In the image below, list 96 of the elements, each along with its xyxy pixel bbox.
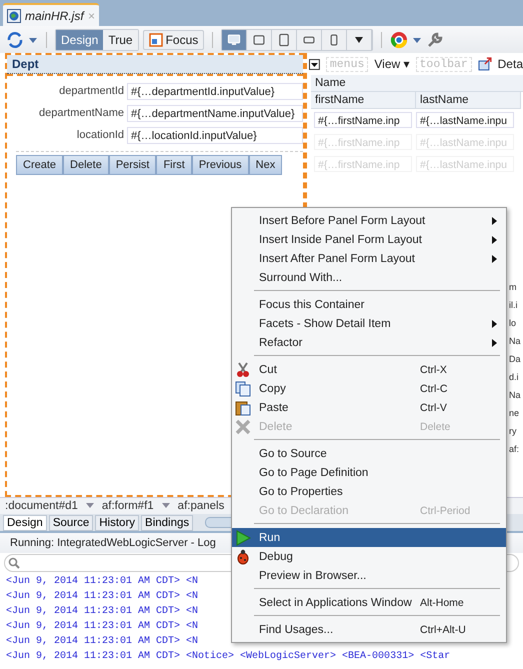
- log-line: <Jun 9, 2014 11:23:01 AM CDT> <N: [6, 575, 198, 589]
- device-button[interactable]: [297, 30, 322, 50]
- menu-item[interactable]: Insert Before Panel Form Layout: [232, 211, 506, 230]
- menu-item[interactable]: Facets - Show Detail Item: [232, 314, 506, 333]
- menu-item[interactable]: Select in Applications Window Alt-Home: [232, 593, 506, 612]
- clipboard-icon: [235, 400, 251, 416]
- log-line: <Jun 9, 2014 11:23:01 AM CDT> <N: [6, 635, 198, 649]
- form-button[interactable]: Delete: [63, 155, 109, 175]
- panel-header: Dept: [7, 55, 303, 74]
- menu-item[interactable]: Insert After Panel Form Layout: [232, 249, 506, 268]
- partial-text: Na: [509, 390, 522, 400]
- more-button[interactable]: [347, 30, 372, 50]
- menu-item[interactable]: Paste Ctrl-V: [232, 398, 506, 417]
- mode-button[interactable]: True: [103, 30, 138, 50]
- submenu-arrow-icon: [490, 236, 498, 244]
- input-field[interactable]: #{…departmentName.inputValue}: [127, 104, 303, 122]
- partial-text: ry: [509, 426, 518, 436]
- form-button[interactable]: Previous: [192, 155, 249, 175]
- caret-icon: [86, 503, 94, 509]
- partial-text: il.i: [509, 300, 518, 310]
- log-line: <Jun 9, 2014 11:23:01 AM CDT> <N: [6, 590, 198, 604]
- tab-title: mainHR.jsf: [25, 8, 84, 22]
- breadcrumb[interactable]: af:panels: [178, 500, 224, 512]
- breadcrumb[interactable]: :document#d1: [5, 500, 78, 512]
- menu-item[interactable]: Run: [232, 528, 506, 547]
- wrench-icon[interactable]: [426, 30, 444, 48]
- editor-view-tab[interactable]: History: [95, 515, 140, 531]
- menu-item[interactable]: Insert Inside Panel Form Layout: [232, 230, 506, 249]
- breadcrumb[interactable]: af:form#f1: [102, 500, 154, 512]
- submenu-arrow-icon: [490, 320, 498, 328]
- partial-text: lo: [509, 318, 518, 328]
- table-cell: #{…lastName.inpu: [416, 112, 514, 128]
- dropdown-caret-icon[interactable]: [28, 36, 38, 44]
- facet-field: menus: [326, 56, 368, 72]
- cross-icon: [235, 418, 251, 434]
- editor-tab[interactable]: mainHR.jsf ×: [3, 3, 99, 26]
- log-line: <Jun 9, 2014 11:23:01 AM CDT> <N: [6, 605, 198, 619]
- editor-view-tab[interactable]: Bindings: [141, 515, 194, 531]
- frame-icon: [148, 32, 163, 46]
- field-label: departmentId: [59, 85, 124, 97]
- view-menu[interactable]: View ▾: [374, 57, 410, 71]
- copy-icon: [235, 380, 251, 396]
- partial-text: Da: [509, 354, 522, 364]
- partial-text: m: [509, 282, 518, 292]
- form-button[interactable]: Nex: [248, 155, 282, 175]
- column-header: firstName: [311, 92, 416, 109]
- menu-item[interactable]: Go to Properties: [232, 482, 506, 501]
- submenu-arrow-icon: [490, 216, 498, 224]
- menu-item[interactable]: Go to Page Definition: [232, 463, 506, 482]
- menu-item[interactable]: Find Usages... Ctrl+Alt-U: [232, 620, 506, 639]
- menu-item[interactable]: Copy Ctrl-C: [232, 379, 506, 398]
- browser-caret-icon[interactable]: [412, 36, 422, 44]
- refresh-icon[interactable]: [6, 30, 24, 48]
- search-icon: [8, 557, 20, 569]
- detach-label[interactable]: Deta: [498, 57, 523, 71]
- facet-field: toolbar: [416, 56, 472, 72]
- caret-icon: [162, 503, 170, 509]
- column-group-header: Name: [311, 75, 523, 92]
- form-button[interactable]: Create: [16, 155, 64, 175]
- menu-item[interactable]: Refactor: [232, 333, 506, 352]
- table-icon[interactable]: [478, 57, 492, 71]
- partial-text: af:: [509, 444, 520, 454]
- partial-text: ne: [509, 408, 520, 418]
- device-button[interactable]: [222, 30, 248, 50]
- input-field[interactable]: #{…departmentId.inputValue}: [127, 82, 303, 100]
- partial-text: Na: [509, 336, 522, 346]
- form-button[interactable]: First: [156, 155, 192, 175]
- log-line: <Jun 9, 2014 11:23:01 AM CDT> <N: [6, 620, 198, 634]
- submenu-arrow-icon: [490, 254, 498, 262]
- field-label: departmentName: [39, 107, 124, 119]
- form-button[interactable]: Persist: [108, 155, 156, 175]
- menu-item[interactable]: Preview in Browser...: [232, 566, 506, 585]
- partial-text: d.i: [509, 372, 520, 382]
- device-button[interactable]: [247, 30, 272, 50]
- dropdown-icon[interactable]: [309, 58, 320, 70]
- scissors-icon: [235, 362, 251, 378]
- device-button[interactable]: [272, 30, 298, 50]
- globe-icon: [7, 8, 21, 22]
- table-cell: #{…firstName.inp: [314, 112, 412, 128]
- menu-item[interactable]: Focus this Container: [232, 295, 506, 314]
- menu-item[interactable]: Cut Ctrl-X: [232, 360, 506, 379]
- browser-icon[interactable]: [390, 30, 408, 48]
- input-field[interactable]: #{…locationId.inputValue}: [127, 126, 303, 144]
- editor-view-tab[interactable]: Source: [48, 515, 94, 531]
- log-line: <Jun 9, 2014 11:23:01 AM CDT> <Notice> <WebLogicServer> <BEA-000331> <Star: [6, 650, 450, 664]
- caret-icon: [354, 36, 364, 44]
- focus-button[interactable]: Focus: [142, 30, 204, 50]
- mode-button[interactable]: Design: [56, 30, 104, 50]
- column-header: lastName: [416, 92, 521, 109]
- menu-item[interactable]: Go to Source: [232, 444, 506, 463]
- field-label: locationId: [76, 129, 124, 141]
- menu-item[interactable]: Surround With...: [232, 268, 506, 287]
- submenu-arrow-icon: [490, 338, 498, 346]
- bug-icon: [235, 548, 251, 564]
- device-button[interactable]: [322, 30, 348, 50]
- editor-view-tab[interactable]: Design: [3, 515, 47, 531]
